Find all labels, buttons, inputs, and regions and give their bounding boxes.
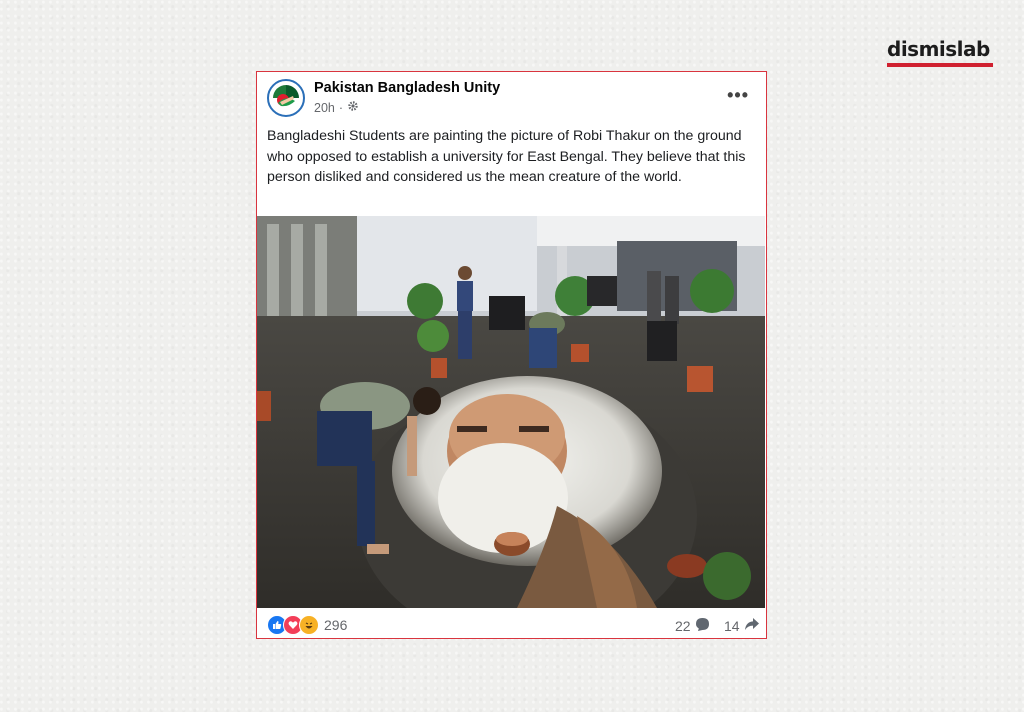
meta-separator: ·: [338, 100, 344, 115]
brand-underline: [887, 63, 993, 67]
facebook-post-card: Pakistan Bangladesh Unity 20h · ••• Bang…: [256, 71, 767, 639]
post-time[interactable]: 20h: [314, 101, 335, 115]
post-caption: Bangladeshi Students are painting the pi…: [267, 128, 746, 185]
comment-count: 22: [675, 618, 691, 634]
share-arrow-icon: [744, 617, 760, 634]
post-meta: 20h ·: [314, 100, 359, 115]
share-count: 14: [724, 617, 740, 634]
reaction-count: 296: [324, 617, 348, 633]
post-photo[interactable]: [257, 216, 765, 608]
reactions-summary[interactable]: 296: [267, 615, 347, 635]
comment-bubble-icon: [695, 617, 710, 635]
shares-stat[interactable]: 14: [724, 617, 760, 634]
settings-gear-icon: [347, 100, 359, 115]
brand-name: dismislab: [887, 37, 990, 61]
street-chalk-portrait-photo: [257, 216, 765, 608]
more-options-button[interactable]: •••: [727, 85, 749, 106]
brand-logo: dismislab: [887, 38, 994, 67]
haha-icon: [299, 615, 319, 635]
post-footer: 296 22 14: [257, 612, 765, 638]
page-name[interactable]: Pakistan Bangladesh Unity: [314, 80, 500, 96]
comments-stat[interactable]: 22: [675, 617, 710, 635]
page-avatar[interactable]: [267, 79, 305, 117]
